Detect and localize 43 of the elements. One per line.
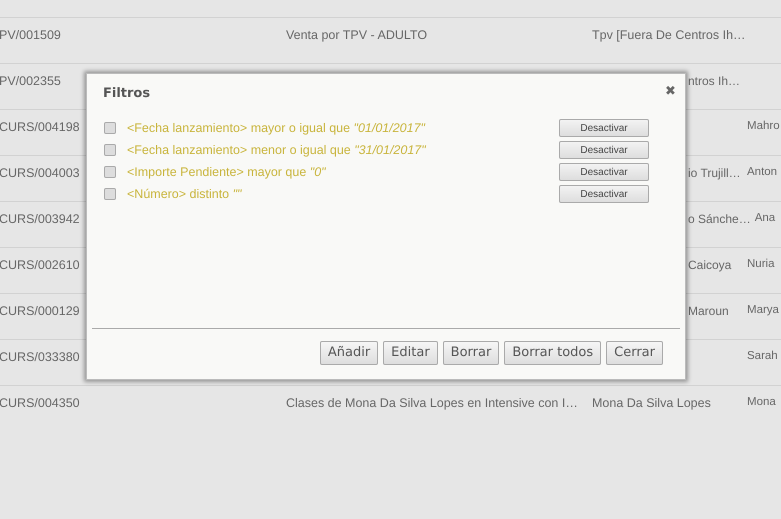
table-cell: CURS/004198 <box>0 120 80 134</box>
dialog-button[interactable]: Añadir <box>320 341 378 365</box>
table-cell: Tpv [Fuera De Centros Ih… <box>592 28 746 42</box>
filter-condition: <Fecha lanzamiento> menor o igual que "31/01/2017" <box>127 142 427 159</box>
table-cell: CURS/000129 <box>0 304 80 318</box>
table-cell: ntros Ih… <box>688 74 740 88</box>
table-cell: Caicoya <box>688 258 732 272</box>
dialog-title: Filtros <box>103 85 150 103</box>
dialog-button[interactable]: Borrar todos <box>504 341 602 365</box>
table-cell: Mona <box>747 396 776 408</box>
table-cell: Clases de Mona Da Silva Lopes en Intensive con I… <box>286 396 578 410</box>
checkbox[interactable] <box>104 188 116 200</box>
table-cell: CURS/002610 <box>0 258 80 272</box>
table-cell: CURS/004003 <box>0 166 80 180</box>
dialog-button[interactable]: Cerrar <box>606 341 663 365</box>
table-cell: Marya <box>747 304 779 316</box>
table-cell: Venta por TPV - ADULTO <box>286 28 428 42</box>
table-cell: Mona Da Silva Lopes <box>592 396 711 410</box>
table-cell: io Trujill… <box>688 166 741 180</box>
deactivate-button[interactable]: Desactivar <box>559 185 649 203</box>
deactivate-button[interactable]: Desactivar <box>559 119 649 137</box>
table-cell: Maroun <box>688 304 729 318</box>
filter-condition: <Importe Pendiente> mayor que "0" <box>127 164 327 181</box>
dialog-button[interactable]: Editar <box>383 341 438 365</box>
deactivate-button[interactable]: Desactivar <box>559 141 649 159</box>
table-cell: PV/002355 <box>0 74 61 88</box>
table-cell: Mahro <box>747 120 780 132</box>
dialog-button[interactable]: Borrar <box>442 341 500 365</box>
checkbox[interactable] <box>104 166 116 178</box>
table-cell: Sarah <box>747 350 778 362</box>
table-cell: CURS/004350 <box>0 396 80 410</box>
checkbox[interactable] <box>104 144 116 156</box>
table-cell: PV/001509 <box>0 28 61 42</box>
table-cell: CURS/003942 <box>0 212 80 226</box>
table-cell: o Sánche… <box>688 212 751 226</box>
table-cell: Ana <box>754 212 776 224</box>
deactivate-button[interactable]: Desactivar <box>559 163 649 181</box>
checkbox[interactable] <box>104 122 116 134</box>
filter-condition: <Número> distinto "" <box>127 186 243 203</box>
table-cell: CURS/033380 <box>0 350 80 364</box>
filter-condition: <Fecha lanzamiento> mayor o igual que "01/01/2017" <box>127 120 426 137</box>
table-cell: Anton <box>747 166 778 178</box>
table-cell: Nuria <box>747 258 774 270</box>
